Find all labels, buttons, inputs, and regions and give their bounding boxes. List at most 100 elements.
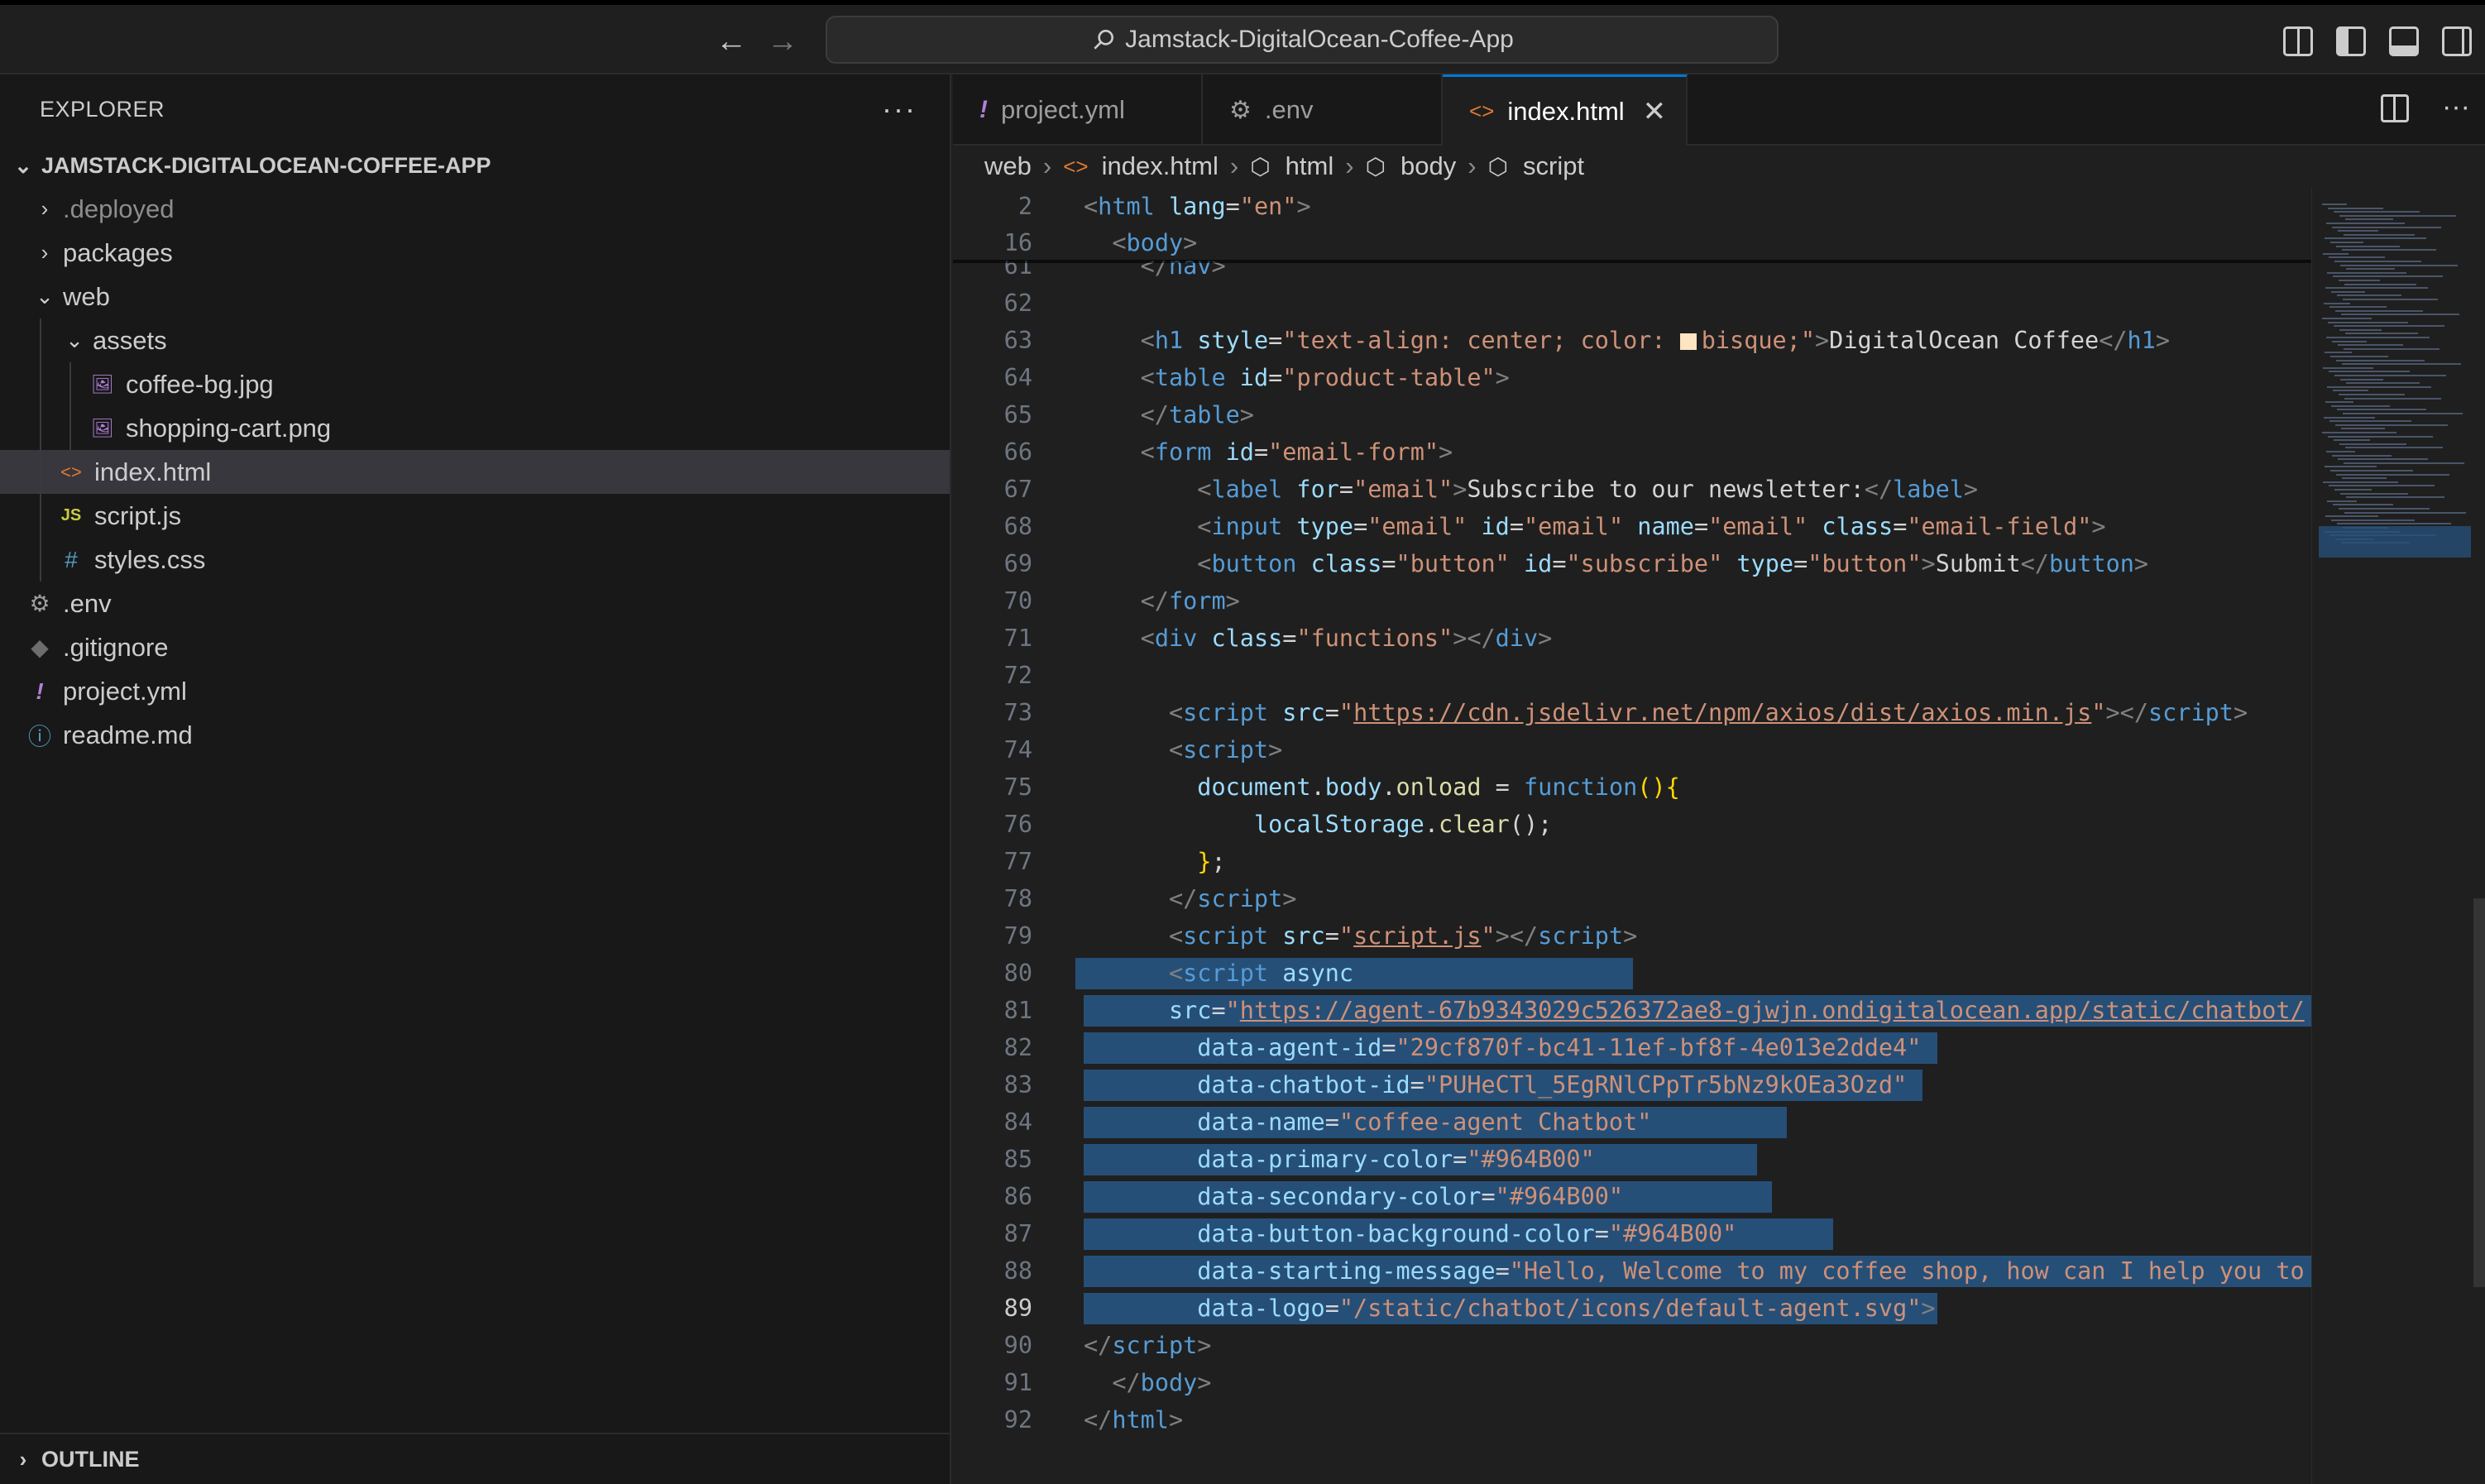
yaml-icon: ! <box>36 677 44 704</box>
outline-section[interactable]: › OUTLINE <box>0 1433 950 1484</box>
tree-item-label: shopping-cart.png <box>126 413 332 443</box>
code-editor[interactable]: 2 <html lang="en"> 16 <body> 61 </nav> 62 63 … <box>953 187 2311 1484</box>
split-editor-icon[interactable] <box>2381 94 2410 122</box>
tree-item[interactable]: ⓘ readme.md <box>0 713 950 757</box>
toggle-secondary-sidebar-icon[interactable] <box>2442 26 2472 56</box>
tab-index-html[interactable]: <> index.html ✕ <box>1443 74 1688 146</box>
code-line[interactable]: 92 </html> <box>953 1402 2311 1438</box>
code-line[interactable]: 69 <button class="button" id="subscribe"… <box>953 546 2311 582</box>
tree-item[interactable]: 🖼 shopping-cart.png <box>0 406 950 450</box>
breadcrumb-item-web[interactable]: web <box>984 151 1032 181</box>
tree-item[interactable]: ⌄ web <box>0 275 950 318</box>
back-arrow-icon[interactable]: ← <box>713 23 749 60</box>
minimap-line <box>2346 382 2420 385</box>
code-line[interactable]: 79 <script src="script.js"></script> <box>953 918 2311 954</box>
line-number: 63 <box>1003 327 1032 354</box>
minimap-line <box>2334 325 2444 328</box>
code-line[interactable]: 64 <table id="product-table"> <box>953 360 2311 395</box>
tab-project-yml[interactable]: ! project.yml <box>953 74 1203 146</box>
code-line[interactable]: 73 <script src="https://cdn.jsdelivr.net… <box>953 695 2311 730</box>
minimap-line <box>2334 211 2420 213</box>
customize-layout-icon[interactable] <box>2283 26 2313 56</box>
tree-item[interactable]: <> index.html <box>0 450 950 494</box>
tree-item[interactable]: 🖼 coffee-bg.jpg <box>0 362 950 406</box>
line-text: data-starting-message="Hello, Welcome to… <box>1197 1257 2305 1285</box>
more-actions-icon[interactable]: ··· <box>882 92 917 127</box>
toggle-primary-sidebar-icon[interactable] <box>2336 26 2366 56</box>
tree-item[interactable]: › packages <box>0 231 950 275</box>
close-icon[interactable]: ✕ <box>1643 95 1667 128</box>
code-line[interactable]: 62 <box>953 285 2311 321</box>
line-number: 64 <box>1003 364 1032 391</box>
breadcrumb-item-html[interactable]: html <box>1286 151 1334 181</box>
code-line[interactable]: 81 src="https://agent-67b9343029c526372a… <box>953 993 2311 1028</box>
code-line[interactable]: 71 <div class="functions"></div> <box>953 620 2311 656</box>
code-line[interactable]: 84 data-name="coffee-agent Chatbot" <box>953 1104 2311 1140</box>
minimap-line <box>2325 466 2377 468</box>
tab-env[interactable]: ⚙ .env <box>1203 74 1443 146</box>
more-actions-icon[interactable]: ··· <box>2442 93 2470 122</box>
code-line[interactable]: 75 document.body.onload = function(){ <box>953 769 2311 805</box>
code-line[interactable]: 72 <box>953 658 2311 693</box>
code-line[interactable]: 82 data-agent-id="29cf870f-bc41-11ef-bf8… <box>953 1030 2311 1065</box>
code-line[interactable]: 77 }; <box>953 844 2311 879</box>
forward-arrow-icon[interactable]: → <box>764 23 801 60</box>
code-line[interactable]: 83 data-chatbot-id="PUHeCTl_5EgRNlCPpTr5… <box>953 1067 2311 1103</box>
minimap-line <box>2334 261 2421 262</box>
command-center-search[interactable]: Jamstack-DigitalOcean-Coffee-App <box>826 16 1779 64</box>
code-line[interactable]: 67 <label for="email">Subscribe to our n… <box>953 472 2311 507</box>
breadcrumb-item-body[interactable]: body <box>1401 151 1456 181</box>
minimap-selection <box>2319 526 2471 558</box>
code-line[interactable]: 86 data-secondary-color="#964B00" <box>953 1179 2311 1214</box>
minimap-line <box>2333 275 2443 278</box>
scrollbar-thumb[interactable] <box>2473 898 2485 1287</box>
code-line[interactable]: 89 data-logo="/static/chatbot/icons/defa… <box>953 1290 2311 1326</box>
tree-item-label: script.js <box>94 500 182 530</box>
chevron-right-icon: › <box>1229 151 1239 180</box>
minimap-line <box>2333 504 2393 506</box>
tree-item[interactable]: # styles.css <box>0 538 950 582</box>
code-line[interactable]: 70 </form> <box>953 583 2311 619</box>
line-text: <label for="email">Subscribe to our news… <box>1197 476 1979 503</box>
code-line[interactable]: 16 <body> <box>953 225 2311 261</box>
minimap-line <box>2337 409 2426 411</box>
code-line[interactable]: 91 </body> <box>953 1365 2311 1400</box>
minimap-line <box>2344 347 2440 350</box>
line-text: data-chatbot-id="PUHeCTl_5EgRNlCPpTr5bNz… <box>1197 1071 1908 1099</box>
code-line[interactable]: 76 localStorage.clear(); <box>953 807 2311 842</box>
line-number: 71 <box>1003 625 1032 652</box>
tree-item[interactable]: › .deployed <box>0 187 950 231</box>
code-line[interactable]: 88 data-starting-message="Hello, Welcome… <box>953 1253 2311 1289</box>
minimap-line <box>2345 333 2418 335</box>
breadcrumb-item-script[interactable]: script <box>1523 151 1584 181</box>
minimap-line <box>2331 290 2365 293</box>
code-line[interactable]: 2 <html lang="en"> <box>953 189 2311 224</box>
code-line[interactable]: 80 <script async <box>953 955 2311 991</box>
line-number: 75 <box>1003 773 1032 801</box>
breadcrumb-item-file[interactable]: index.html <box>1102 151 1219 181</box>
code-line[interactable]: 63 <h1 style="text-align: center; color:… <box>953 323 2311 358</box>
minimap-line <box>2323 481 2398 483</box>
tree-item[interactable]: JS script.js <box>0 494 950 538</box>
toggle-panel-icon[interactable] <box>2389 26 2419 56</box>
git-icon: ◆ <box>31 634 49 660</box>
code-line[interactable]: 66 <form id="email-form"> <box>953 434 2311 470</box>
sticky-scroll-shadow <box>953 260 2311 263</box>
tree-item[interactable]: ⚙ .env <box>0 582 950 625</box>
code-line[interactable]: 85 data-primary-color="#964B00" <box>953 1142 2311 1177</box>
code-line[interactable]: 87 data-button-background-color="#964B00… <box>953 1216 2311 1252</box>
code-line[interactable]: 65 </table> <box>953 397 2311 433</box>
tree-item[interactable]: ⌄ assets <box>0 318 950 362</box>
minimap-line <box>2335 309 2423 312</box>
code-line[interactable]: 90 </script> <box>953 1328 2311 1363</box>
project-root[interactable]: ⌄ JAMSTACK-DIGITALOCEAN-COFFEE-APP <box>0 144 950 187</box>
code-line[interactable]: 68 <input type="email" id="email" name="… <box>953 509 2311 544</box>
code-line[interactable]: 74 <script> <box>953 732 2311 768</box>
code-line[interactable]: 78 </script> <box>953 881 2311 917</box>
tree-item-label: styles.css <box>94 544 206 574</box>
minimap-line <box>2346 268 2395 270</box>
line-text: </form> <box>1140 587 1240 615</box>
tree-item[interactable]: ! project.yml <box>0 669 950 713</box>
minimap[interactable] <box>2311 187 2485 1484</box>
tree-item[interactable]: ◆ .gitignore <box>0 625 950 669</box>
